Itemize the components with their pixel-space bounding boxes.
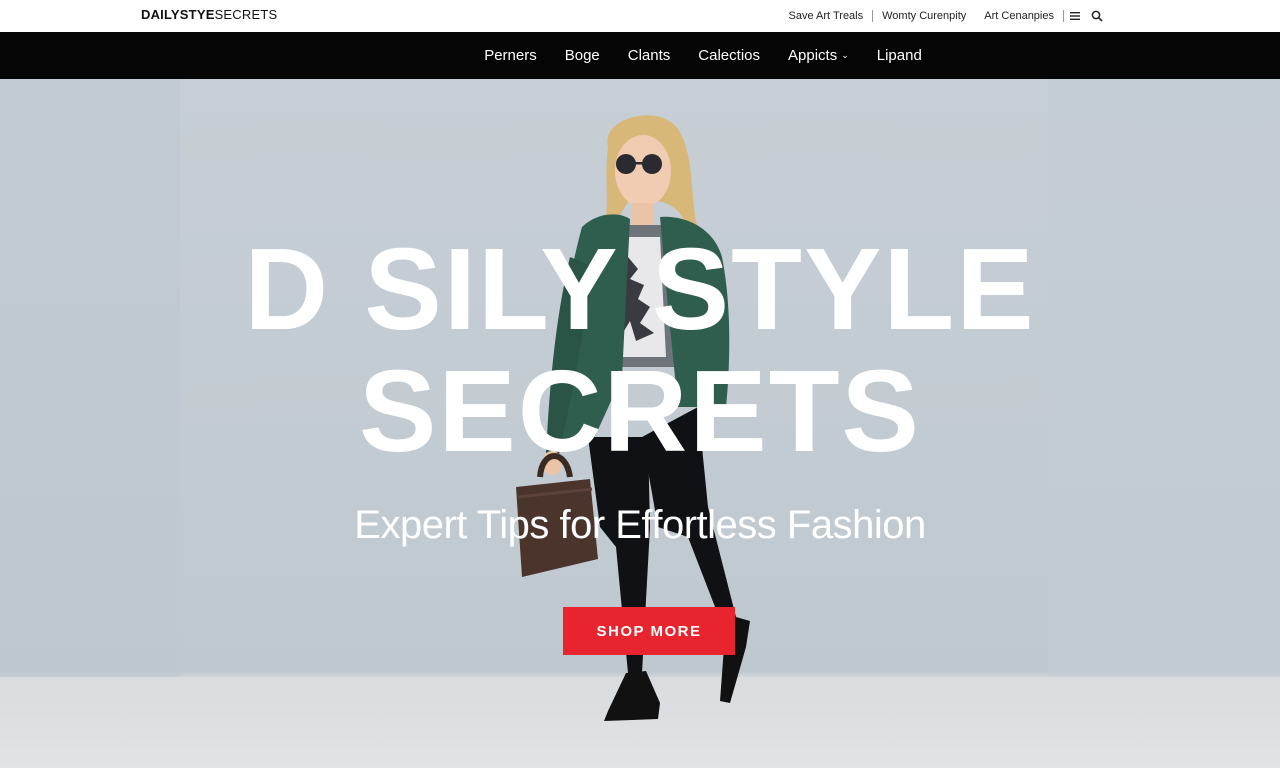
nav-item-label: Clants (627, 47, 671, 64)
logo-thin-text: SECRETS (214, 7, 278, 22)
nav-item-label: Lipand (876, 47, 922, 64)
utility-links: Save Art Treals Womty Curenpity Art Cena… (780, 0, 1280, 32)
menu-icon[interactable] (1064, 5, 1086, 27)
main-nav: Perners Boge Clants Calectios Appicts ⌄ L… (0, 32, 1280, 79)
nav-item-label: Perners (484, 47, 537, 64)
utility-link-2[interactable]: Womty Curenpity (873, 10, 975, 22)
hero-headline-line1: D SILY STYLE (244, 224, 1036, 354)
utility-link-1[interactable]: Save Art Treals (780, 10, 873, 22)
nav-item-label: Appicts (788, 47, 838, 64)
chevron-down-icon: ⌄ (841, 50, 849, 60)
search-icon[interactable] (1086, 5, 1108, 27)
nav-item-boge[interactable]: Boge (551, 47, 614, 64)
nav-item-appicts[interactable]: Appicts ⌄ (774, 47, 863, 64)
nav-item-calectios[interactable]: Calectios (684, 47, 774, 64)
nav-item-label: Calectios (698, 47, 760, 64)
nav-item-clants[interactable]: Clants (614, 47, 685, 64)
hero-subtitle: Expert Tips for Effortless Fashion (354, 503, 926, 547)
utility-link-3[interactable]: Art Cenanpies (975, 10, 1063, 22)
nav-item-label: Boge (564, 47, 600, 64)
logo-bold-text: DAILYSTYE (141, 7, 215, 22)
site-logo[interactable]: DAILYSTYESECRETS (141, 7, 277, 22)
shop-more-button[interactable]: SHOP MORE (563, 607, 735, 655)
hero-headline-line2: SECRETS (359, 346, 921, 476)
hero-banner: D SILY STYLE SECRETS Expert Tips for Eff… (0, 79, 1280, 768)
nav-item-lipand[interactable]: Lipand (863, 47, 936, 64)
utility-bar: DAILYSTYESECRETS Save Art Treals Womty C… (0, 0, 1280, 32)
nav-item-perners[interactable]: Perners (470, 47, 551, 64)
